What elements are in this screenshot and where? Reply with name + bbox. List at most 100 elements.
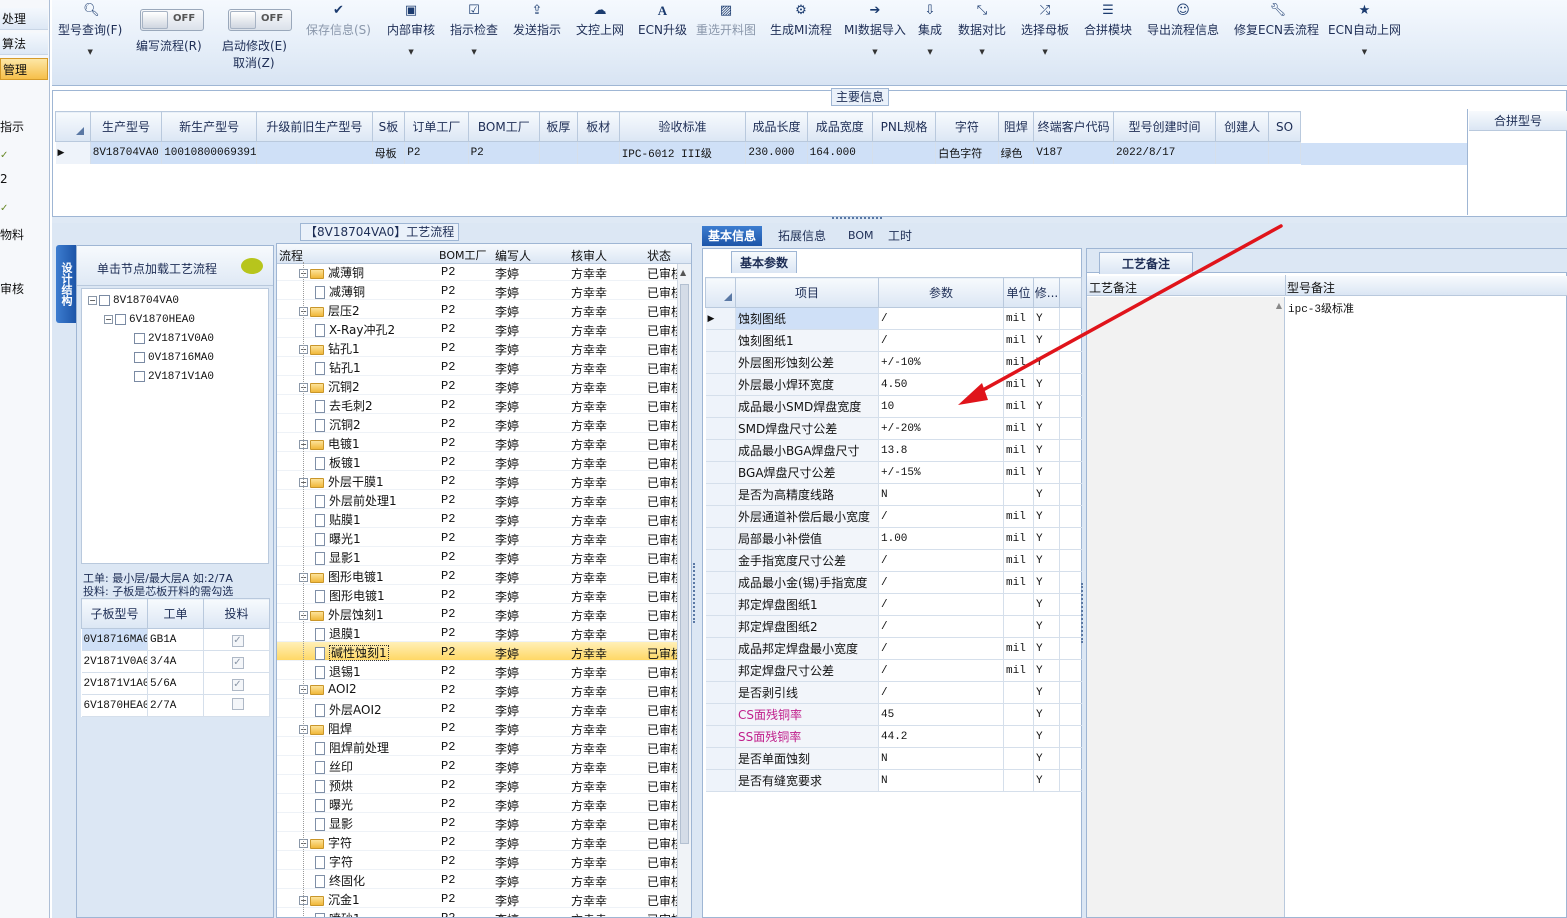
splitter-grip-icon[interactable] — [693, 563, 698, 623]
table-row[interactable]: 0V18716MA0 GB1A ✓ — [81, 628, 270, 651]
cell-writer[interactable]: 李婷 — [495, 360, 519, 377]
horizontal-splitter[interactable] — [52, 216, 1567, 223]
cell-writer[interactable]: 李婷 — [495, 721, 519, 738]
table-row[interactable]: 成品邦定焊盘最小宽度 / mil Y — [705, 637, 1082, 660]
param-modifiable[interactable]: Y — [1033, 351, 1060, 374]
cell-bom[interactable]: P2 — [441, 360, 455, 374]
table-row[interactable]: 外层最小焊环宽度 4.50 mil Y — [705, 373, 1082, 396]
param-item[interactable]: 邦定焊盘图纸2 — [735, 615, 879, 638]
cell-reviewer[interactable]: 方幸幸 — [571, 911, 607, 917]
send-instruction-button[interactable]: ⇪ 发送指示 — [513, 4, 561, 38]
tree-node[interactable]: 2V1871V0A0 — [134, 331, 214, 345]
param-value[interactable]: 4.50 — [878, 373, 1004, 396]
param-value[interactable]: +/-20% — [878, 417, 1004, 440]
cell-bom[interactable]: P2 — [441, 854, 455, 868]
param-value[interactable]: / — [878, 307, 1004, 330]
cell-reviewer[interactable]: 方幸幸 — [571, 892, 607, 909]
param-unit[interactable]: mil — [1003, 373, 1034, 396]
col-header[interactable]: 字符 — [935, 111, 999, 142]
table-row[interactable]: 预烘 P2 李婷 方幸幸 已审核 — [277, 775, 683, 794]
param-item[interactable]: 外层图形蚀刻公差 — [735, 351, 879, 374]
cell-bom[interactable]: P2 — [441, 398, 455, 412]
col-header[interactable]: 板材 — [576, 111, 620, 142]
table-row[interactable]: − 图形电镀1 P2 李婷 方幸幸 已审核 — [277, 566, 683, 585]
table-row[interactable]: − 阻焊 P2 李婷 方幸幸 已审核 — [277, 718, 683, 738]
cell-bom[interactable]: P2 — [441, 702, 455, 716]
cell-bom[interactable]: P2 — [441, 531, 455, 545]
param-unit[interactable]: mil — [1003, 549, 1034, 572]
start-edit-toggle[interactable]: OFF — [228, 9, 292, 31]
param-value[interactable]: N — [878, 747, 1004, 770]
chevron-down-icon[interactable]: ▼ — [958, 48, 1006, 56]
cell-reviewer[interactable]: 方幸幸 — [571, 740, 607, 757]
param-value[interactable]: N — [878, 483, 1004, 506]
tree-node[interactable]: −8V18704VA0 — [88, 293, 179, 307]
param-unit[interactable]: mil — [1003, 637, 1034, 660]
tab-bom[interactable]: BOM — [842, 226, 880, 246]
cell-writer[interactable]: 李婷 — [495, 531, 519, 548]
cell-reviewer[interactable]: 方幸幸 — [571, 341, 607, 358]
cell-writer[interactable]: 李婷 — [495, 436, 519, 453]
param-value[interactable]: / — [878, 329, 1004, 352]
param-modifiable[interactable]: Y — [1033, 549, 1060, 572]
export-flow-info-button[interactable]: ☺ 导出流程信息 — [1147, 4, 1219, 38]
cell-bom[interactable]: P2 — [441, 892, 455, 906]
basic-params-subtab[interactable]: 基本参数 — [731, 251, 798, 273]
table-row[interactable]: 退锡1 P2 李婷 方幸幸 已审核 — [277, 661, 683, 680]
param-modifiable[interactable]: Y — [1033, 417, 1060, 440]
param-modifiable[interactable]: Y — [1033, 483, 1060, 506]
cell-bom[interactable]: P2 — [441, 417, 455, 431]
param-item[interactable]: 成品最小BGA焊盘尺寸 — [735, 439, 879, 462]
cell-bom[interactable]: P2 — [441, 797, 455, 811]
design-structure-tab[interactable]: 设计结构 — [56, 245, 76, 323]
nav-sub-2[interactable]: 2 — [0, 172, 8, 186]
tree-node[interactable]: −6V1870HEA0 — [104, 312, 195, 326]
save-info-button[interactable]: ✔ 保存信息(S) — [306, 4, 371, 38]
cell-writer[interactable]: 李婷 — [495, 303, 519, 320]
cell-reviewer[interactable]: 方幸幸 — [571, 417, 607, 434]
table-row[interactable]: 成品最小SMD焊盘宽度 10 mil Y — [705, 395, 1082, 418]
cell-bom[interactable]: P2 — [441, 455, 455, 469]
param-item[interactable]: 局部最小补偿值 — [735, 527, 879, 550]
param-item[interactable]: 成品邦定焊盘最小宽度 — [735, 637, 879, 660]
cell-bom[interactable]: P2 — [441, 645, 455, 659]
param-unit[interactable] — [1003, 747, 1034, 770]
fix-ecn-lost-flow-button[interactable]: 🔧︎ 修复ECN丢流程 — [1234, 4, 1319, 38]
generate-mi-flow-button[interactable]: ⚙ 生成MI流程 — [770, 4, 832, 38]
cell-bom[interactable]: P2 — [441, 550, 455, 564]
merge-module-button[interactable]: ☰ 合拼模块 — [1084, 4, 1132, 38]
table-row[interactable]: 金手指宽度尺寸公差 / mil Y — [705, 549, 1082, 572]
cell-bom[interactable]: P2 — [441, 284, 455, 298]
write-process-toggle[interactable]: OFF — [140, 9, 204, 31]
cell-writer[interactable]: 李婷 — [495, 474, 519, 491]
model-query-button[interactable]: 🔍︎ 型号查询(F) ▼ — [58, 4, 122, 57]
table-row[interactable]: − 层压2 P2 李婷 方幸幸 已审核 — [277, 300, 683, 320]
param-unit[interactable]: mil — [1003, 461, 1034, 484]
param-item[interactable]: 蚀刻图纸1 — [735, 329, 879, 352]
cell-writer[interactable]: 李婷 — [495, 493, 519, 510]
param-item[interactable]: BGA焊盘尺寸公差 — [735, 461, 879, 484]
param-unit[interactable]: mil — [1003, 571, 1034, 594]
param-unit[interactable]: mil — [1003, 659, 1034, 682]
model-remarks-field[interactable]: ipc-3级标准 — [1288, 300, 1354, 316]
table-row[interactable]: 板镀1 P2 李婷 方幸幸 已审核 — [277, 452, 683, 471]
cell-writer[interactable]: 李婷 — [495, 759, 519, 776]
table-row[interactable]: 是否有缝宽要求 N Y — [705, 769, 1082, 792]
cell-bom[interactable]: P2 — [441, 341, 455, 355]
param-unit[interactable] — [1003, 681, 1034, 704]
cell-writer[interactable]: 李婷 — [495, 322, 519, 339]
param-modifiable[interactable]: Y — [1033, 615, 1060, 638]
cell-writer[interactable]: 李婷 — [495, 379, 519, 396]
ecn-auto-online-button[interactable]: ★ ECN自动上网 ▼ — [1328, 4, 1401, 57]
table-row[interactable]: 2V1871V0A0 3/4A ✓ — [81, 650, 270, 673]
table-row[interactable]: 2V1871V1A0 5/6A ✓ — [81, 672, 270, 695]
param-modifiable[interactable]: Y — [1033, 505, 1060, 528]
cell-writer[interactable]: 李婷 — [495, 284, 519, 301]
table-row[interactable]: − 沉铜2 P2 李婷 方幸幸 已审核 — [277, 376, 683, 396]
feed-checkbox[interactable]: ✓ — [231, 678, 244, 691]
table-row[interactable]: − 沉金1 P2 李婷 方幸幸 已审核 — [277, 889, 683, 909]
cell-bom[interactable]: P2 — [441, 759, 455, 773]
cell-reviewer[interactable]: 方幸幸 — [571, 588, 607, 605]
table-row[interactable]: − 外层蚀刻1 P2 李婷 方幸幸 已审核 — [277, 604, 683, 623]
chevron-down-icon[interactable]: ▼ — [450, 48, 498, 56]
